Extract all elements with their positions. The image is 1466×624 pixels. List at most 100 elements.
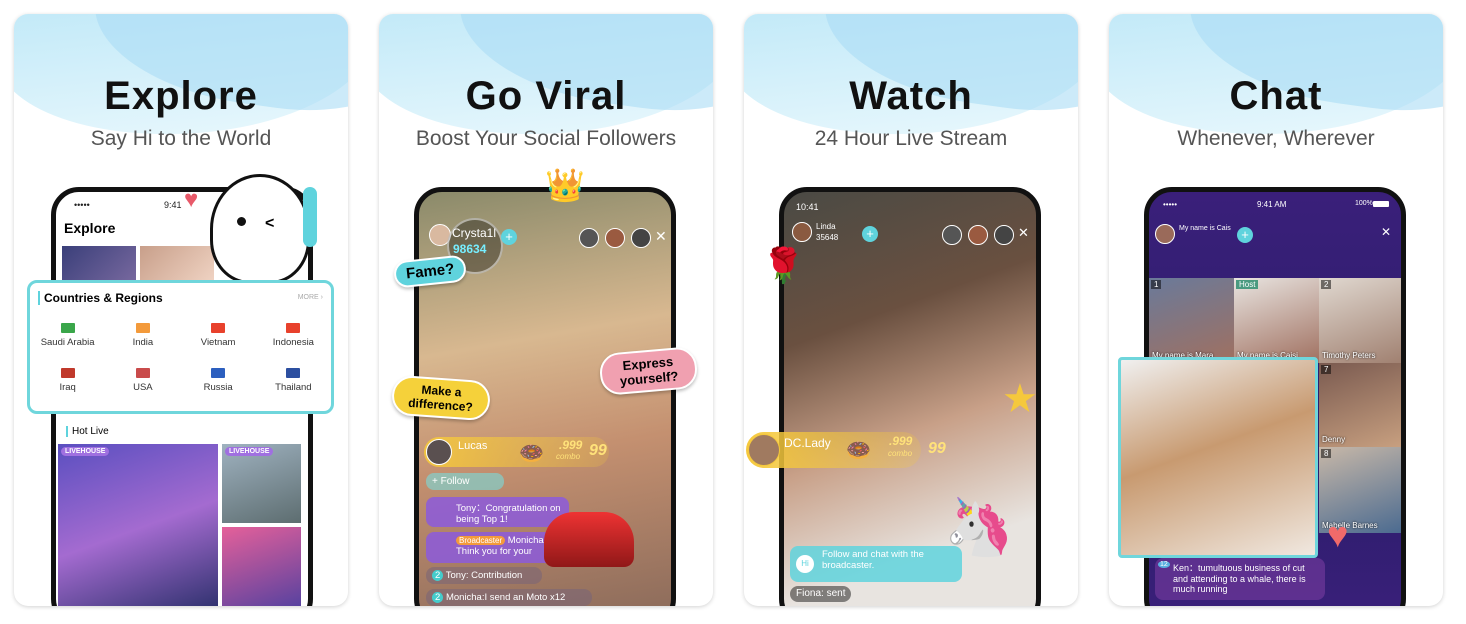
- crown-icon: 👑: [545, 167, 585, 203]
- card-watch: Watch 24 Hour Live Stream 10:41 Linda 35…: [744, 14, 1078, 606]
- card-title: Chat: [1229, 74, 1323, 118]
- heart-icon[interactable]: ♥: [1327, 514, 1348, 556]
- flag-icon: [60, 368, 75, 378]
- rose-gift-icon: 🌹: [762, 247, 805, 285]
- mascot-icon: <: [210, 174, 317, 284]
- follow-button[interactable]: + Follow: [426, 473, 504, 490]
- countries-heading: Countries & Regions: [38, 291, 163, 305]
- gift-user: DC.Lady: [784, 436, 831, 450]
- flag-icon: [135, 368, 150, 378]
- country-item[interactable]: India: [105, 323, 180, 348]
- flag-icon: [286, 368, 301, 378]
- viewer-avatar[interactable]: [994, 225, 1014, 245]
- viewers-icon[interactable]: [579, 228, 599, 248]
- donut-gift-icon: 🍩: [846, 440, 871, 462]
- livehouse-badge: LIVEHOUSE: [225, 447, 274, 456]
- card-subtitle: Boost Your Social Followers: [415, 127, 677, 150]
- close-icon[interactable]: ✕: [1018, 225, 1029, 241]
- sports-car-gift-icon: [544, 512, 634, 567]
- battery-icon: [1373, 201, 1389, 207]
- country-name: Russia: [203, 382, 233, 393]
- country-name: Indonesia: [272, 337, 314, 348]
- flag-icon: [211, 323, 226, 333]
- country-name: India: [132, 337, 154, 348]
- viewer-avatar[interactable]: [631, 228, 651, 248]
- flag-icon: [135, 323, 150, 333]
- card-title: Go Viral: [465, 74, 627, 118]
- chat-message: 12 Ken：tumultuous business of cut and at…: [1155, 558, 1325, 600]
- more-link[interactable]: MORE ›: [298, 294, 323, 301]
- follow-plus-button[interactable]: +: [1237, 227, 1253, 243]
- country-name: Iraq: [59, 382, 76, 393]
- seat-tile[interactable]: Host My name is Caisi: [1234, 278, 1319, 363]
- gift-banner: DC.Lady 🍩 .999 combo 99: [746, 432, 946, 468]
- follow-plus-button[interactable]: +: [501, 229, 517, 245]
- hot-live-heading: Hot Live: [66, 426, 109, 437]
- gift-multiplier: 99: [589, 442, 607, 459]
- card-explore: Explore Say Hi to the World ••••• 9:41 E…: [14, 14, 348, 606]
- seat-tile[interactable]: 7 Denny: [1319, 363, 1401, 447]
- gift-combo: combo: [888, 449, 913, 458]
- livehouse-badge: LIVEHOUSE: [61, 447, 110, 456]
- country-item[interactable]: Saudi Arabia: [30, 323, 105, 348]
- country-item[interactable]: Vietnam: [181, 323, 256, 348]
- countries-grid: Saudi Arabia India Vietnam Indonesia Iraq USA…: [30, 323, 331, 393]
- viewer-avatar[interactable]: [605, 228, 625, 248]
- gift-combo: combo: [556, 452, 581, 461]
- gift-banner: Lucas 🍩 .999 combo 99: [424, 437, 609, 467]
- flag-icon: [286, 323, 301, 333]
- status-time: 10:41: [796, 202, 819, 212]
- gift-user: Lucas: [458, 440, 488, 452]
- country-item[interactable]: USA: [105, 368, 180, 393]
- country-name: USA: [133, 382, 153, 393]
- bubble-express: Express yourself?: [598, 345, 699, 397]
- card-go-viral: Go Viral Boost Your Social Followers Cry…: [379, 14, 713, 606]
- gift-count: .999: [889, 434, 913, 448]
- flag-icon: [211, 368, 226, 378]
- gift-multiplier: 99: [928, 440, 946, 457]
- country-item[interactable]: Iraq: [30, 368, 105, 393]
- donut-gift-icon: 🍩: [519, 443, 544, 465]
- chat-message: 2 Monicha:I send an Moto x12: [426, 589, 592, 606]
- viewers-icon[interactable]: [942, 225, 962, 245]
- card-subtitle: Say Hi to the World: [90, 127, 272, 150]
- card-chat: Chat Whenever, Wherever ••••• 9:41 AM 10…: [1109, 14, 1443, 606]
- host-name: Linda: [816, 222, 836, 231]
- featured-video[interactable]: [1118, 357, 1318, 558]
- chat-message: Broadcaster Monicha Think you for your: [426, 532, 562, 563]
- seat-tile[interactable]: 2 Timothy Peters: [1319, 278, 1401, 363]
- country-name: Saudi Arabia: [40, 337, 95, 348]
- bubble-difference: Make a difference?: [390, 374, 492, 422]
- host-name: Crysta1l: [452, 226, 497, 240]
- hi-icon: Hi: [796, 555, 814, 573]
- card-title: Explore: [104, 74, 258, 118]
- page-title: Explore: [64, 220, 116, 236]
- chat-message: Tony：Congratulation on being Top 1!: [426, 497, 569, 527]
- close-icon[interactable]: ✕: [655, 228, 667, 245]
- card-title: Watch: [849, 74, 973, 118]
- live-room-tile[interactable]: [222, 527, 301, 606]
- chat-message: 2 Tony: Contribution: [426, 567, 542, 584]
- host-fans: 35648: [816, 233, 839, 242]
- country-item[interactable]: Indonesia: [256, 323, 331, 348]
- room-avatar[interactable]: [1155, 224, 1175, 244]
- close-icon[interactable]: ✕: [1381, 225, 1391, 239]
- country-name: Vietnam: [200, 337, 236, 348]
- heart-icon: ♥: [184, 186, 199, 213]
- viewer-avatar[interactable]: [968, 225, 988, 245]
- host-avatar[interactable]: [792, 222, 812, 242]
- country-item[interactable]: Thailand: [256, 368, 331, 393]
- country-item[interactable]: Russia: [181, 368, 256, 393]
- status-time: 9:41 AM: [1257, 200, 1287, 209]
- follow-plus-button[interactable]: +: [862, 226, 878, 242]
- countries-panel: Countries & Regions MORE › Saudi Arabia I…: [27, 280, 334, 414]
- seat-tile[interactable]: 1 My name is Mara: [1149, 278, 1234, 363]
- live-room-tile[interactable]: LIVEHOUSE: [58, 444, 218, 606]
- star-gift-icon: ★: [1002, 377, 1038, 421]
- flag-icon: [60, 323, 75, 333]
- battery-level: 100%: [1355, 200, 1373, 207]
- status-time: 9:41: [164, 200, 182, 210]
- live-room-tile[interactable]: LIVEHOUSE: [222, 444, 301, 523]
- gift-count: .999: [559, 438, 583, 452]
- host-fans: 98634: [453, 242, 487, 256]
